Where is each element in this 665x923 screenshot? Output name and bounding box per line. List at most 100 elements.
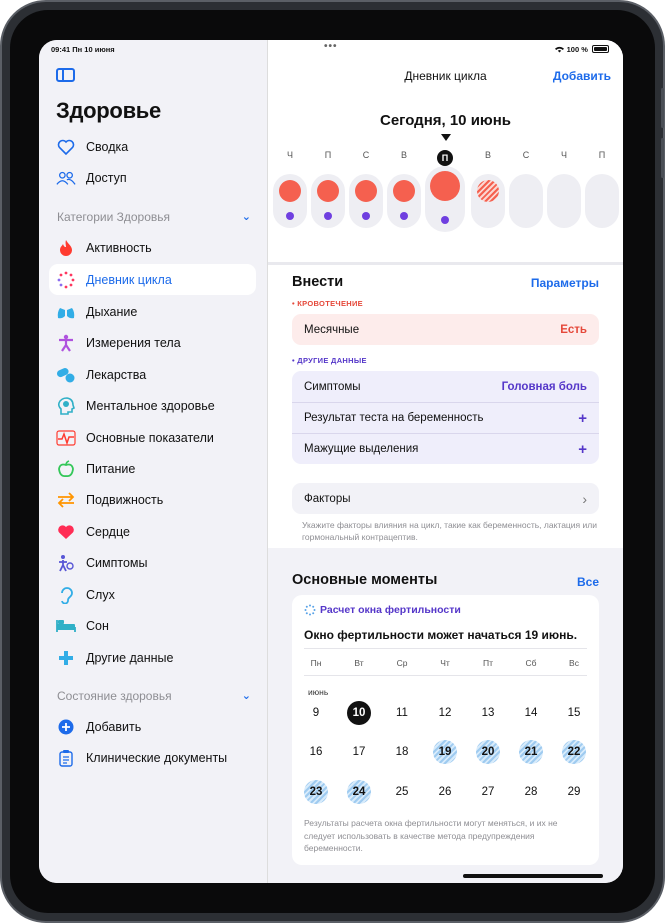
sidebar-item-nutrition[interactable]: Питание [49,453,256,484]
calendar-weekday: Вт [354,658,364,668]
calendar-day[interactable]: 14 [519,701,543,725]
calendar-day-fertile[interactable]: 22 [562,740,586,764]
week-day-label: С [362,150,370,160]
row-label: Результат теста на беременность [304,412,484,424]
parameters-link[interactable]: Параметры [531,276,599,290]
volume-down-button [661,138,664,178]
sidebar-item-activity[interactable]: Активность [49,232,256,263]
pregnancy-test-row[interactable]: Результат теста на беременность + [292,402,599,433]
calendar-day-fertile[interactable]: 21 [519,740,543,764]
calendar-day[interactable]: 16 [304,740,328,764]
calendar-day[interactable]: 26 [433,780,457,804]
day-pill[interactable] [509,174,543,228]
sidebar-item-mental-wellbeing[interactable]: Ментальное здоровье [49,390,256,421]
bleeding-caption: • КРОВОТЕЧЕНИЕ [292,299,363,308]
sidebar-item-body-measurements[interactable]: Измерения тела [49,327,256,358]
categories-header[interactable]: Категории Здоровья [57,210,170,224]
screen: Здоровье Сводка Доступ Категории Здоровь… [39,40,623,883]
factors-label: Факторы [304,492,351,505]
plus-icon[interactable]: + [578,410,587,427]
home-indicator[interactable] [463,874,603,878]
divider [304,648,587,649]
calendar-weekday: Вс [569,658,579,668]
symptoms-value: Головная боль [501,380,587,393]
fertility-disclaimer: Результаты расчета окна фертильности мог… [304,818,558,853]
day-pill[interactable] [471,174,505,228]
sidebar-item-sleep[interactable]: Сон [49,610,256,641]
brain-head-icon [56,396,76,416]
day-pill[interactable] [547,174,581,228]
lungs-icon [56,302,76,322]
divider [268,262,623,265]
week-day-label: В [484,150,491,160]
sidebar: Здоровье Сводка Доступ Категории Здоровь… [39,40,268,883]
sidebar-item-clinical-documents[interactable]: Клинические документы [49,742,256,773]
calendar-day-today[interactable]: 10 [347,701,371,725]
figure-icon [56,333,76,353]
sidebar-item-heart[interactable]: Сердце [49,516,256,547]
sidebar-item-hearing[interactable]: Слух [49,579,256,610]
spotting-row[interactable]: Мажущие выделения + [292,433,599,464]
factors-row[interactable]: Факторы › [292,483,599,514]
day-pill-today[interactable] [425,166,465,232]
chevron-down-icon[interactable]: ⌄ [242,210,251,223]
week-day-label: П [324,150,332,160]
calendar-day[interactable]: 18 [390,740,414,764]
sidebar-toggle-icon[interactable] [56,68,75,82]
sidebar-item-other-data[interactable]: Другие данные [49,642,256,673]
period-card[interactable]: Месячные Есть [292,314,599,345]
day-pill[interactable] [273,174,307,228]
day-pill[interactable] [311,174,345,228]
status-date: Пн 10 июня [72,45,115,54]
sidebar-item-medications[interactable]: Лекарства [49,359,256,390]
sidebar-item-summary[interactable]: Сводка [49,131,256,162]
sidebar-item-respiratory[interactable]: Дыхание [49,296,256,327]
symptoms-row[interactable]: Симптомы Головная боль [292,371,599,402]
cycle-tracking-pane: Дневник цикла Добавить Сегодня, 10 июнь … [268,40,623,883]
calendar-day-fertile[interactable]: 23 [304,780,328,804]
sidebar-item-vitals[interactable]: Основные показатели [49,422,256,453]
sidebar-item-label: Сводка [86,139,129,154]
calendar-day[interactable]: 13 [476,701,500,725]
calendar-day[interactable]: 29 [562,780,586,804]
clipboard-icon [56,748,76,768]
week-day-label: П [598,150,606,160]
sidebar-item-add[interactable]: Добавить [49,711,256,742]
calendar-day[interactable]: 15 [562,701,586,725]
multitasking-dots-icon[interactable]: ••• [324,41,338,52]
sidebar-item-label: Сон [86,618,109,633]
sidebar-item-symptoms[interactable]: Симптомы [49,547,256,578]
calendar-month: июнь [308,687,329,697]
day-pill[interactable] [387,174,421,228]
fertility-icon [304,604,316,616]
plus-icon[interactable]: + [578,441,587,458]
calendar-day-fertile[interactable]: 20 [476,740,500,764]
sidebar-item-label: Основные показатели [86,430,214,445]
calendar-day[interactable]: 27 [476,780,500,804]
calendar-day[interactable]: 25 [390,780,414,804]
sidebar-item-cycle-tracking[interactable]: Дневник цикла [49,264,256,295]
add-button[interactable]: Добавить [553,69,611,83]
factors-note: Укажите факторы влияния на цикл, такие к… [302,520,597,542]
calendar-day[interactable]: 12 [433,701,457,725]
day-pill[interactable] [585,174,619,228]
calendar-day[interactable]: 28 [519,780,543,804]
bed-icon [56,616,76,636]
calendar-day[interactable]: 11 [390,701,414,725]
ear-icon [56,585,76,605]
calendar-day[interactable]: 9 [304,701,328,725]
day-pill[interactable] [349,174,383,228]
fertility-card[interactable]: Расчет окна фертильности Окно фертильнос… [292,595,599,865]
sidebar-item-mobility[interactable]: Подвижность [49,484,256,515]
row-label: Мажущие выделения [304,443,419,455]
calendar-day-fertile[interactable]: 24 [347,780,371,804]
all-link[interactable]: Все [577,575,599,589]
health-records-header[interactable]: Состояние здоровья [57,689,172,703]
chevron-down-icon[interactable]: ⌄ [242,689,251,702]
heart-icon [56,137,76,157]
sidebar-item-sharing[interactable]: Доступ [49,162,256,193]
pills-icon [56,365,76,385]
log-title: Внести [292,274,344,290]
calendar-day-fertile[interactable]: 19 [433,740,457,764]
calendar-day[interactable]: 17 [347,740,371,764]
